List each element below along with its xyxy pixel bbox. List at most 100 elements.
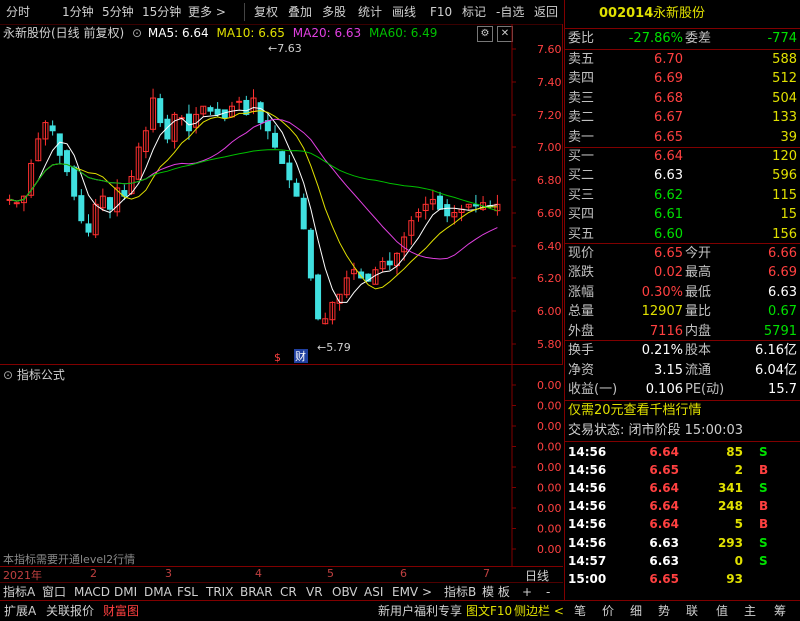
new-user-promo-link[interactable]: 新用户福利专享 (378, 603, 462, 619)
remove-pane-button[interactable]: - (546, 584, 550, 600)
tick-row[interactable]: 14:57 6.63 0 S (565, 551, 800, 571)
ask-price: 6.67 (654, 110, 683, 126)
tab-indicator-a[interactable]: 指标A (3, 584, 35, 600)
tick-row[interactable]: 14:56 6.65 2 B (565, 460, 800, 480)
tab-extension-a[interactable]: 扩展A (4, 603, 36, 619)
tick-row[interactable]: 14:56 6.64 341 S (565, 478, 800, 498)
mark-button[interactable]: 标记 (462, 3, 486, 21)
bid-label: 买二 (568, 168, 595, 184)
add-pane-button[interactable]: + (522, 584, 532, 600)
tab-obv[interactable]: OBV (332, 584, 358, 600)
tab-linked[interactable]: 联 (686, 603, 698, 619)
ask-row[interactable]: 卖四 6.69 512 (565, 69, 800, 89)
tab-value[interactable]: 值 (716, 603, 728, 619)
ask-row[interactable]: 卖五 6.70 588 (565, 50, 800, 70)
draw-line-button[interactable]: 画线 (392, 3, 416, 21)
finance-marker[interactable]: 财 (295, 349, 306, 363)
tick-row[interactable]: 14:56 6.63 293 S (565, 533, 800, 553)
bid-row[interactable]: 买三 6.62 115 (565, 186, 800, 206)
tab-window[interactable]: 窗口 (42, 584, 66, 600)
tab-main-force[interactable]: 主 (744, 603, 756, 619)
fuquan-button[interactable]: 复权 (254, 3, 278, 21)
low-marker: ←5.79 (317, 341, 351, 354)
bid-row[interactable]: 买一 6.64 120 (565, 147, 800, 167)
tick-row[interactable]: 14:56 6.64 85 S (565, 442, 800, 462)
tab-more-arrow[interactable]: > (422, 584, 432, 600)
tab-price[interactable]: 价 (602, 603, 614, 619)
bid-row[interactable]: 买四 6.61 15 (565, 205, 800, 225)
tick-row[interactable]: 14:56 6.64 248 B (565, 496, 800, 516)
tab-chips[interactable]: 筹 (774, 603, 786, 619)
candle-body (257, 102, 264, 124)
indicator-tick-label: 0.00 (537, 502, 562, 515)
tab-fsl[interactable]: FSL (177, 584, 198, 600)
dividend-marker[interactable]: $ (274, 351, 281, 364)
ask-row[interactable]: 卖二 6.67 133 (565, 108, 800, 128)
tab-trades[interactable]: 笔 (574, 603, 586, 619)
indicator-tick-label: 0.00 (537, 543, 562, 556)
tab-dma[interactable]: DMA (144, 584, 172, 600)
fundamental-label: 股本 (685, 343, 712, 358)
remove-watchlist-button[interactable]: -自选 (496, 3, 524, 21)
tab-related-quotes[interactable]: 关联报价 (46, 603, 94, 619)
tab-emv[interactable]: EMV (392, 584, 418, 600)
price-tick-label: 7.40 (537, 76, 562, 89)
f10-button[interactable]: F10 (430, 3, 452, 21)
stat-row[interactable]: 涨跌 0.02 最高 6.69 (565, 263, 800, 283)
tab-more[interactable]: 更多 > (188, 3, 226, 21)
bid-row[interactable]: 买二 6.63 596 (565, 166, 800, 186)
stat-row[interactable]: 外盘 7116 内盘 5791 (565, 322, 800, 342)
price-tick-label: 5.80 (537, 338, 562, 351)
bid-volume: 156 (772, 226, 797, 242)
tick-row[interactable]: 15:00 6.65 93 (565, 569, 800, 589)
tab-dmi[interactable]: DMI (114, 584, 137, 600)
tab-brar[interactable]: BRAR (240, 584, 273, 600)
xaxis-label: 7 (483, 567, 490, 580)
level2-promo-link[interactable]: 仅需20元查看千档行情 (568, 401, 800, 421)
fundamental-value: 15.7 (768, 382, 797, 397)
tab-indicator-b[interactable]: 指标B (444, 584, 476, 600)
ask-volume: 512 (772, 71, 797, 87)
tab-macd[interactable]: MACD (74, 584, 110, 600)
tab-15min[interactable]: 15分钟 (142, 3, 181, 21)
fundamental-row[interactable]: 收益(一) 0.106 PE(动) 15.7 (565, 380, 800, 400)
tab-intraday[interactable]: 分时 (6, 3, 30, 21)
ask-label: 卖三 (568, 90, 595, 106)
tab-vr[interactable]: VR (306, 584, 323, 600)
statistics-button[interactable]: 统计 (358, 3, 382, 21)
stat-label: 外盘 (568, 323, 595, 339)
tab-asi[interactable]: ASI (364, 584, 383, 600)
ask-row[interactable]: 卖三 6.68 504 (565, 89, 800, 109)
sidebar-toggle[interactable]: 侧边栏 < (514, 603, 564, 619)
tab-wealth-chart[interactable]: 财富图 (103, 603, 139, 619)
kline-panel[interactable]: 永新股份(日线 前复权) ⊙ MA5: 6.64 MA10: 6.65 MA20… (0, 24, 563, 364)
overlay-button[interactable]: 叠加 (288, 3, 312, 21)
back-button[interactable]: 返回 (534, 3, 558, 21)
bid-row[interactable]: 买五 6.60 156 (565, 225, 800, 245)
fundamental-row[interactable]: 换手 0.21% 股本 6.16亿 (565, 341, 800, 361)
tab-trend[interactable]: 势 (658, 603, 670, 619)
stat-row[interactable]: 总量 12907 量比 0.67 (565, 302, 800, 322)
indicator-tick-label: 0.00 (537, 420, 562, 433)
tab-detail[interactable]: 细 (630, 603, 642, 619)
ask-row[interactable]: 卖一 6.65 39 (565, 128, 800, 148)
tab-trix[interactable]: TRIX (206, 584, 233, 600)
tab-cr[interactable]: CR (280, 584, 297, 600)
ask-volume: 504 (772, 90, 797, 106)
stat-row[interactable]: 涨幅 0.30% 最低 6.63 (565, 283, 800, 303)
ask-price: 6.65 (654, 129, 683, 145)
fundamental-label: 换手 (568, 343, 595, 358)
tick-time: 14:57 (568, 553, 607, 568)
tab-1min[interactable]: 1分钟 (62, 3, 94, 21)
tab-f10-text[interactable]: 图文F10 (466, 603, 512, 619)
indicator-panel[interactable]: ⊙ 指标公式 0.00 0.00 0.00 0.00 0.00 0.00 0.00 0.00 0… (0, 364, 563, 567)
stat-row[interactable]: 现价 6.65 今开 6.66 (565, 244, 800, 264)
multi-stock-button[interactable]: 多股 (322, 3, 346, 21)
candle-body (107, 197, 114, 210)
tab-5min[interactable]: 5分钟 (102, 3, 134, 21)
fundamental-row[interactable]: 净资 3.15 流通 6.04亿 (565, 361, 800, 381)
tick-row[interactable]: 14:56 6.64 5 B (565, 514, 800, 534)
template-button[interactable]: 模 板 (482, 584, 510, 600)
tick-price: 6.64 (649, 481, 679, 496)
candle-body (78, 195, 85, 222)
